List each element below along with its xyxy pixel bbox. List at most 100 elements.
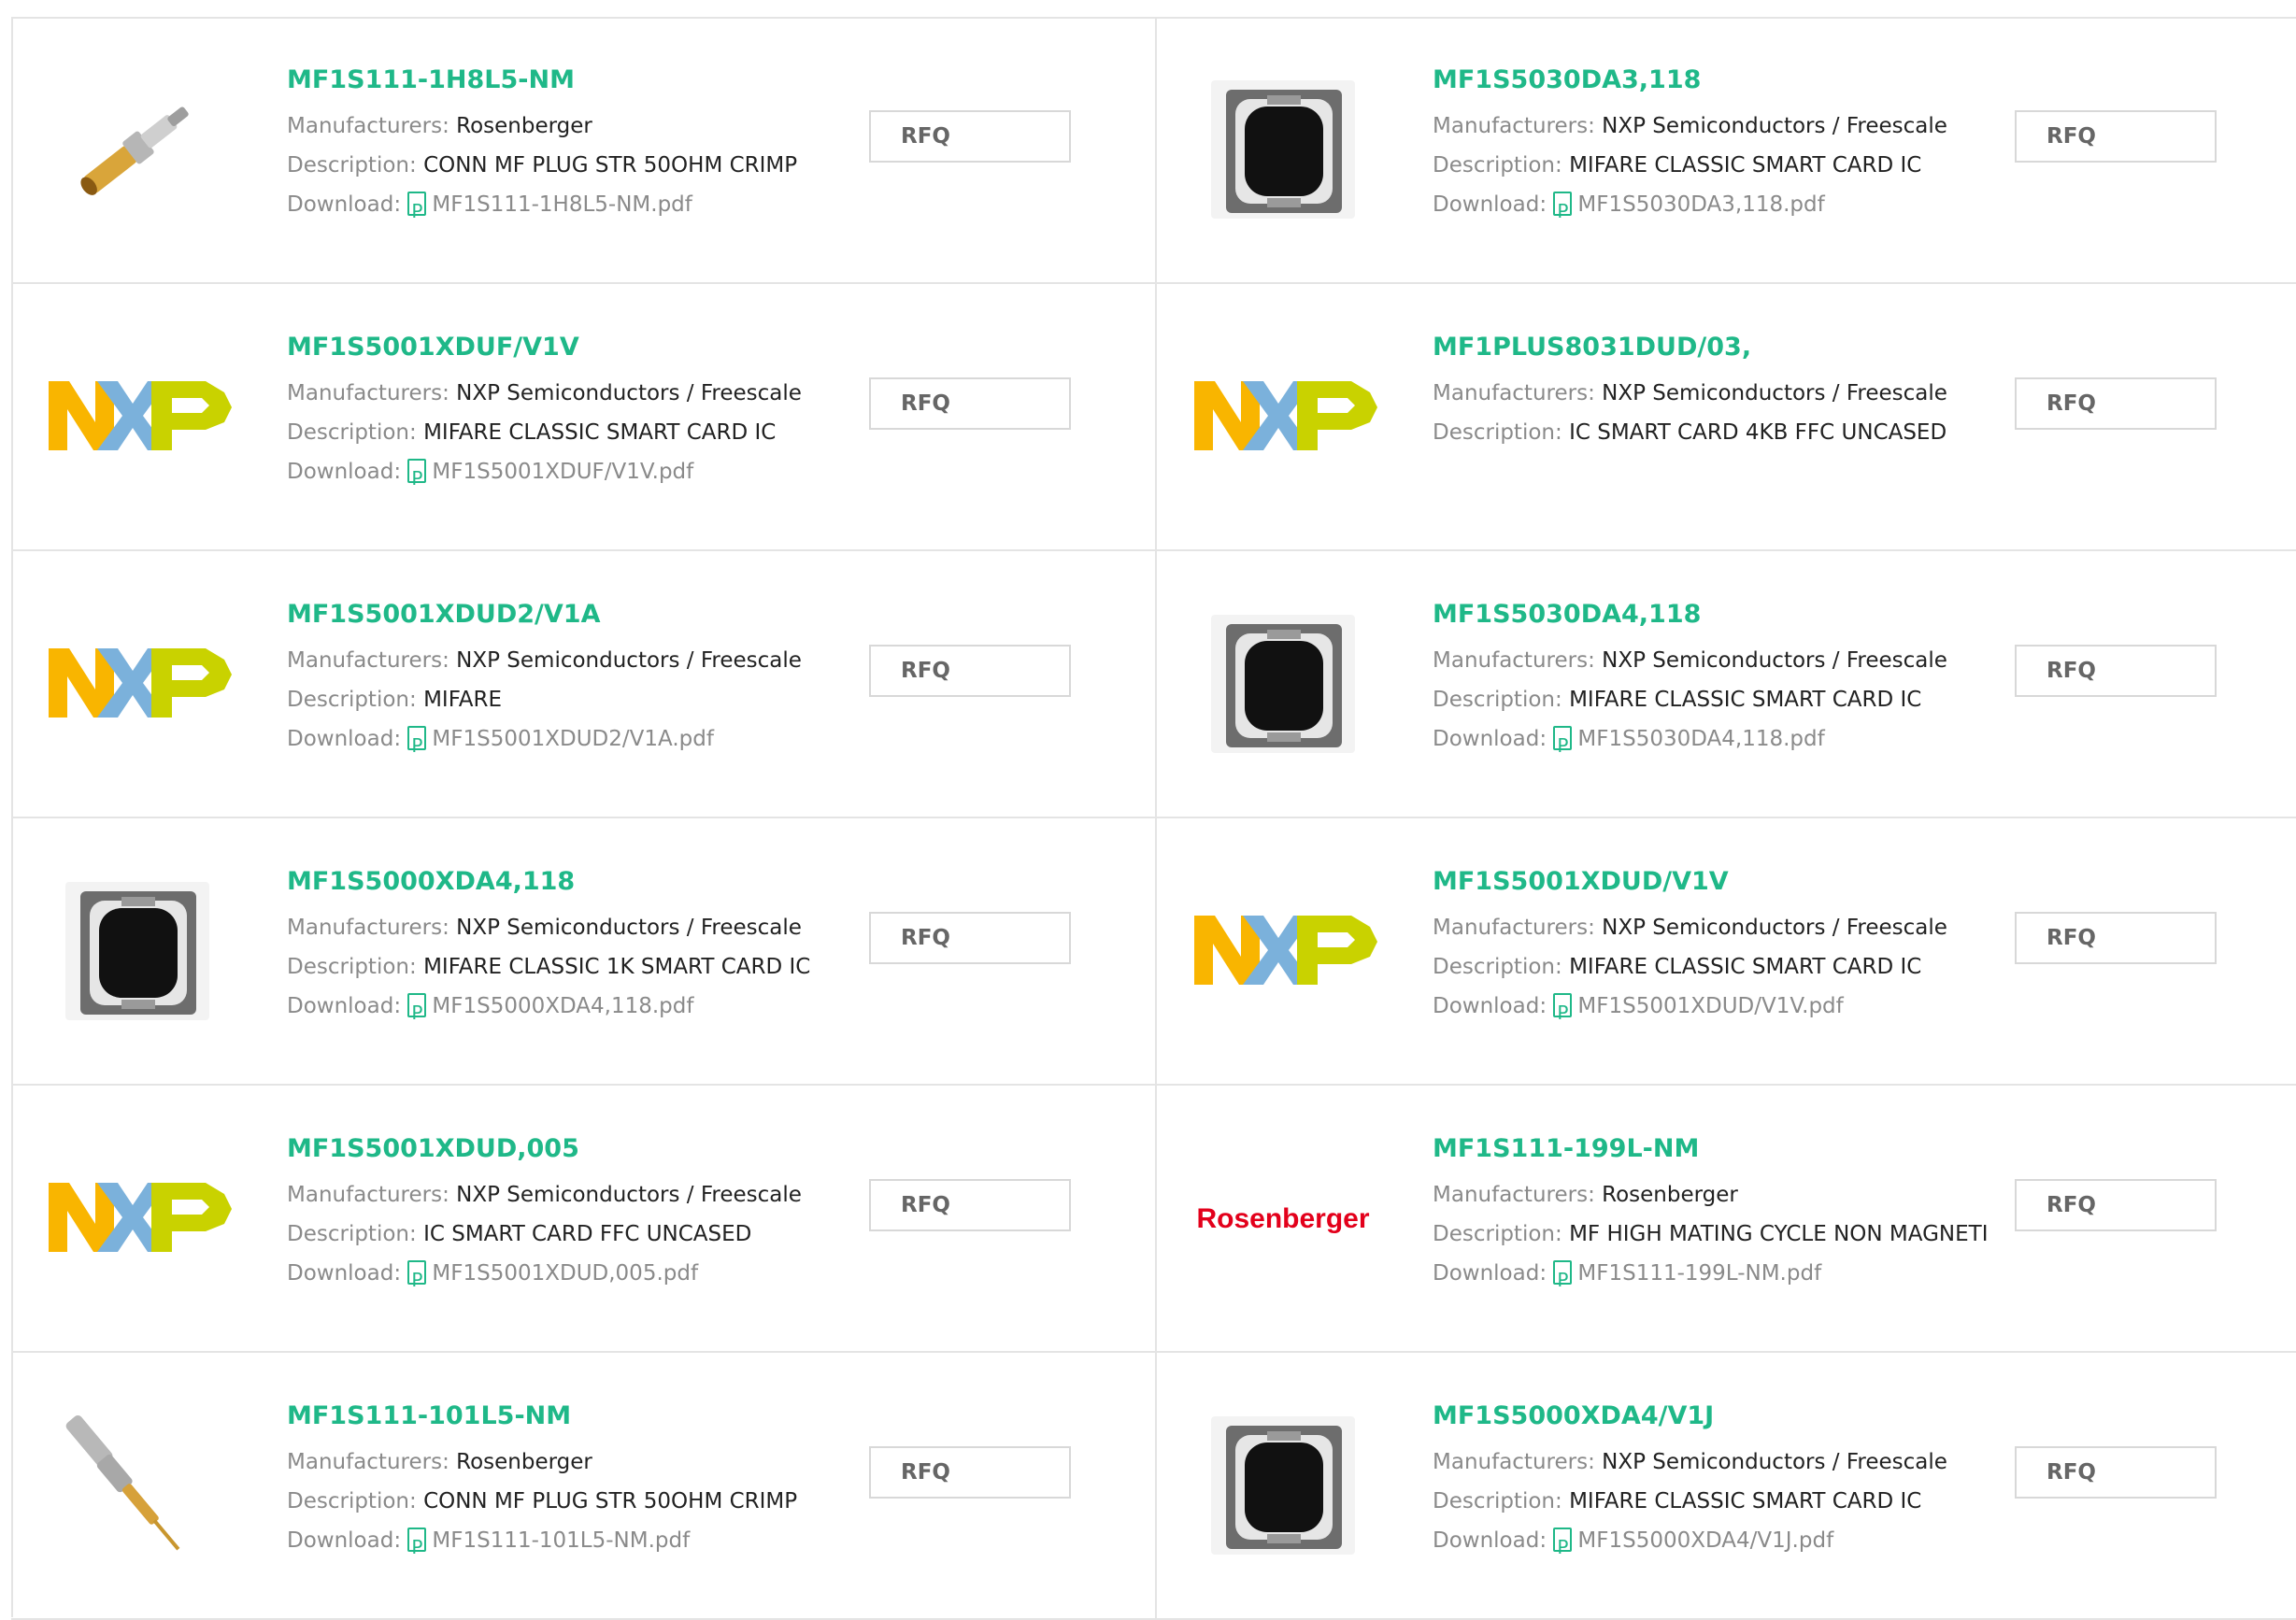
download-label: Download: bbox=[287, 727, 402, 751]
download-label: Download: bbox=[1433, 994, 1547, 1018]
pdf-icon[interactable] bbox=[1553, 993, 1573, 1032]
datasheet-link[interactable]: MF1S5001XDUF/V1V.pdf bbox=[432, 460, 693, 484]
nxp-logo[interactable] bbox=[1185, 876, 1381, 1026]
description-row: Description: MIFARE bbox=[287, 680, 885, 719]
rfq-button[interactable]: RFQ bbox=[2015, 377, 2217, 430]
connector-kit-image[interactable] bbox=[39, 1411, 235, 1560]
download-row: Download: MF1S5030DA4,118.pdf bbox=[1433, 719, 2031, 765]
manufacturer-label: Manufacturers: bbox=[287, 1183, 449, 1207]
description-value: IC SMART CARD 4KB FFC UNCASED bbox=[1569, 420, 1947, 445]
rosenberger-logo[interactable]: Rosenberger bbox=[1185, 1144, 1381, 1293]
part-number-link[interactable]: MF1S5000XDA4/V1J bbox=[1433, 1401, 2031, 1431]
download-label: Download: bbox=[1433, 1261, 1547, 1286]
datasheet-link[interactable]: MF1S5030DA3,118.pdf bbox=[1577, 192, 1824, 217]
chip-module-image[interactable] bbox=[1185, 1411, 1381, 1560]
manufacturer-value: NXP Semiconductors / Freescale bbox=[456, 648, 802, 673]
datasheet-link[interactable]: MF1S111-1H8L5-NM.pdf bbox=[432, 192, 692, 217]
manufacturer-row: Manufacturers: NXP Semiconductors / Free… bbox=[1433, 641, 2031, 680]
rfq-button[interactable]: RFQ bbox=[2015, 110, 2217, 163]
product-card: MF1S5001XDUD/V1V Manufacturers: NXP Semic… bbox=[1157, 818, 2296, 1086]
pdf-icon[interactable] bbox=[407, 192, 427, 231]
manufacturer-value: NXP Semiconductors / Freescale bbox=[1602, 648, 1947, 673]
rfq-button[interactable]: RFQ bbox=[2015, 1446, 2217, 1499]
pdf-icon[interactable] bbox=[1553, 726, 1573, 765]
datasheet-link[interactable]: MF1S5000XDA4/V1J.pdf bbox=[1577, 1528, 1833, 1553]
part-number-link[interactable]: MF1S5001XDUD2/V1A bbox=[287, 600, 885, 630]
datasheet-link[interactable]: MF1S5001XDUD/V1V.pdf bbox=[1577, 994, 1843, 1018]
manufacturer-row: Manufacturers: Rosenberger bbox=[287, 107, 885, 146]
part-number-link[interactable]: MF1S111-199L-NM bbox=[1433, 1134, 2031, 1164]
part-number-link[interactable]: MF1S111-101L5-NM bbox=[287, 1401, 885, 1431]
part-number-link[interactable]: MF1S5030DA3,118 bbox=[1433, 65, 2031, 95]
description-value: MIFARE bbox=[423, 688, 503, 712]
rfq-button[interactable]: RFQ bbox=[2015, 1179, 2217, 1231]
datasheet-link[interactable]: MF1S5001XDUD2/V1A.pdf bbox=[432, 727, 714, 751]
part-number-link[interactable]: MF1S111-1H8L5-NM bbox=[287, 65, 885, 95]
description-label: Description: bbox=[287, 153, 417, 178]
pdf-icon[interactable] bbox=[1553, 1528, 1573, 1567]
nxp-logo[interactable] bbox=[39, 342, 235, 491]
description-label: Description: bbox=[287, 688, 417, 712]
rfq-button[interactable]: RFQ bbox=[2015, 912, 2217, 964]
rfq-button[interactable]: RFQ bbox=[869, 1179, 1071, 1231]
description-row: Description: MIFARE CLASSIC SMART CARD I… bbox=[287, 413, 885, 452]
description-label: Description: bbox=[287, 420, 417, 445]
pdf-icon[interactable] bbox=[1553, 192, 1573, 231]
description-value: MIFARE CLASSIC SMART CARD IC bbox=[1569, 153, 1922, 178]
nxp-logo[interactable] bbox=[39, 609, 235, 759]
manufacturer-row: Manufacturers: NXP Semiconductors / Free… bbox=[1433, 374, 2031, 413]
gold-connector-image[interactable] bbox=[39, 75, 235, 224]
datasheet-link[interactable]: MF1S5001XDUD,005.pdf bbox=[432, 1261, 698, 1286]
part-number-link[interactable]: MF1S5030DA4,118 bbox=[1433, 600, 2031, 630]
manufacturer-row: Manufacturers: NXP Semiconductors / Free… bbox=[1433, 107, 2031, 146]
pdf-icon[interactable] bbox=[1553, 1260, 1573, 1300]
description-row: Description: IC SMART CARD 4KB FFC UNCAS… bbox=[1433, 413, 2031, 452]
pdf-icon[interactable] bbox=[407, 459, 427, 498]
manufacturer-value: Rosenberger bbox=[1602, 1183, 1738, 1207]
chip-module-image[interactable] bbox=[39, 876, 235, 1026]
description-row: Description: CONN MF PLUG STR 50OHM CRIM… bbox=[287, 1482, 885, 1521]
product-card: MF1PLUS8031DUD/03, Manufacturers: NXP Sem… bbox=[1157, 284, 2296, 551]
datasheet-link[interactable]: MF1S111-199L-NM.pdf bbox=[1577, 1261, 1821, 1286]
description-label: Description: bbox=[1433, 420, 1562, 445]
part-number-link[interactable]: MF1PLUS8031DUD/03, bbox=[1433, 333, 2031, 362]
download-label: Download: bbox=[1433, 192, 1547, 217]
description-label: Description: bbox=[1433, 1489, 1562, 1513]
rfq-button[interactable]: RFQ bbox=[869, 912, 1071, 964]
chip-module-image[interactable] bbox=[1185, 75, 1381, 224]
product-card: MF1S5000XDA4,118 Manufacturers: NXP Semic… bbox=[11, 818, 1157, 1086]
pdf-icon[interactable] bbox=[407, 993, 427, 1032]
manufacturer-label: Manufacturers: bbox=[1433, 916, 1595, 940]
description-value: CONN MF PLUG STR 50OHM CRIMP bbox=[423, 153, 798, 178]
description-label: Description: bbox=[287, 1489, 417, 1513]
part-number-link[interactable]: MF1S5000XDA4,118 bbox=[287, 867, 885, 897]
datasheet-link[interactable]: MF1S5000XDA4,118.pdf bbox=[432, 994, 693, 1018]
part-number-link[interactable]: MF1S5001XDUD,005 bbox=[287, 1134, 885, 1164]
product-info: MF1S5001XDUD/V1V Manufacturers: NXP Semic… bbox=[1433, 867, 2031, 1032]
download-label: Download: bbox=[287, 460, 402, 484]
rfq-button[interactable]: RFQ bbox=[2015, 645, 2217, 697]
rfq-button[interactable]: RFQ bbox=[869, 110, 1071, 163]
chip-module-image[interactable] bbox=[1185, 609, 1381, 759]
manufacturer-label: Manufacturers: bbox=[1433, 648, 1595, 673]
rfq-button[interactable]: RFQ bbox=[869, 377, 1071, 430]
rfq-button[interactable]: RFQ bbox=[869, 645, 1071, 697]
pdf-icon[interactable] bbox=[407, 726, 427, 765]
nxp-logo[interactable] bbox=[1185, 342, 1381, 491]
download-row: Download: MF1S5030DA3,118.pdf bbox=[1433, 185, 2031, 231]
manufacturer-value: Rosenberger bbox=[456, 1450, 592, 1474]
product-card: MF1S5001XDUD2/V1A Manufacturers: NXP Semi… bbox=[11, 551, 1157, 818]
download-label: Download: bbox=[287, 1528, 402, 1553]
rfq-button[interactable]: RFQ bbox=[869, 1446, 1071, 1499]
download-label: Download: bbox=[1433, 727, 1547, 751]
description-value: MF HIGH MATING CYCLE NON MAGNETI bbox=[1569, 1222, 1989, 1246]
pdf-icon[interactable] bbox=[407, 1260, 427, 1300]
part-number-link[interactable]: MF1S5001XDUF/V1V bbox=[287, 333, 885, 362]
datasheet-link[interactable]: MF1S111-101L5-NM.pdf bbox=[432, 1528, 690, 1553]
manufacturer-label: Manufacturers: bbox=[1433, 381, 1595, 405]
part-number-link[interactable]: MF1S5001XDUD/V1V bbox=[1433, 867, 2031, 897]
pdf-icon[interactable] bbox=[407, 1528, 427, 1567]
product-info: MF1S111-199L-NM Manufacturers: Rosenberge… bbox=[1433, 1134, 2031, 1300]
nxp-logo[interactable] bbox=[39, 1144, 235, 1293]
datasheet-link[interactable]: MF1S5030DA4,118.pdf bbox=[1577, 727, 1824, 751]
